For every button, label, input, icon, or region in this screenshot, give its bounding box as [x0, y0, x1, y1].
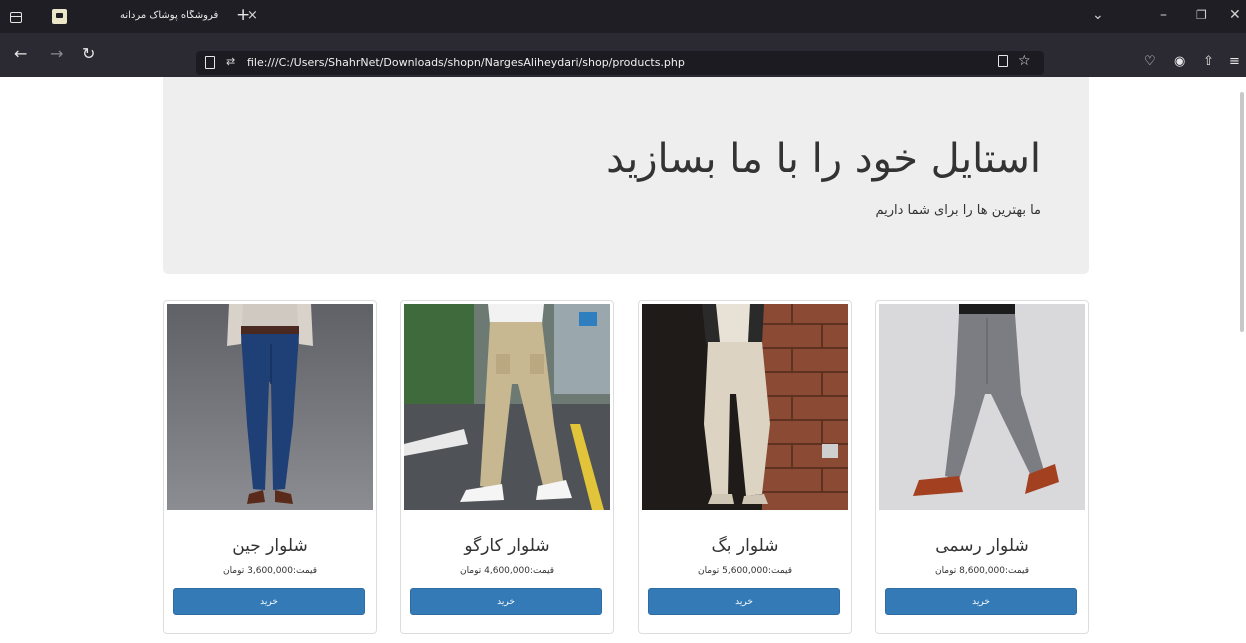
hero-title: استایل خود را با ما بسازید [606, 136, 1041, 182]
product-card-jeans: شلوار جین قیمت:3,600,000 تومان خرید [163, 300, 377, 634]
account-icon[interactable]: ◉ [1174, 54, 1185, 70]
buy-button[interactable]: خرید [885, 588, 1077, 615]
product-card-formal: شلوار رسمی قیمت:8,600,000 تومان خرید [875, 300, 1089, 634]
product-image-formal[interactable] [879, 304, 1085, 510]
product-price: قیمت:8,600,000 تومان [934, 566, 1030, 576]
reader-view-icon[interactable] [998, 55, 1008, 67]
permissions-icon[interactable]: ⇄ [226, 55, 235, 69]
buy-button[interactable]: خرید [410, 588, 602, 615]
product-name: شلوار جین [232, 536, 308, 556]
product-price: قیمت:5,600,000 تومان [697, 566, 793, 576]
url-text[interactable]: file:///C:/Users/ShahrNet/Downloads/shop… [247, 56, 685, 70]
back-arrow-icon[interactable]: ← [14, 45, 27, 63]
extensions-icon[interactable]: ⇧ [1203, 54, 1214, 70]
buy-button[interactable]: خرید [648, 588, 840, 615]
favicon-icon [52, 9, 67, 24]
product-image-baggy[interactable] [642, 304, 848, 510]
tab-active[interactable]: فروشگاه پوشاک مردانه × [40, 3, 258, 30]
product-name: شلوار رسمی [935, 536, 1029, 556]
bookmark-star-icon[interactable]: ☆ [1018, 53, 1031, 69]
tab-title: فروشگاه پوشاک مردانه [120, 10, 219, 21]
product-image-cargo[interactable] [404, 304, 610, 510]
restore-button[interactable]: ❐ [1196, 6, 1207, 24]
menu-icon[interactable]: ≡ [1229, 54, 1240, 70]
reload-icon[interactable]: ↻ [82, 45, 95, 63]
list-tabs-icon[interactable]: ⌄ [1092, 6, 1104, 24]
close-window-button[interactable]: ✕ [1229, 6, 1241, 24]
product-name: شلوار بگ [711, 536, 779, 556]
forward-arrow-icon[interactable]: → [50, 45, 63, 63]
product-name: شلوار کارگو [464, 536, 550, 556]
new-tab-button[interactable]: + [236, 5, 250, 25]
product-price: قیمت:3,600,000 تومان [222, 566, 318, 576]
tab-bar: فروشگاه پوشاک مردانه × + ⌄ – ❐ ✕ [0, 0, 1246, 33]
buy-button[interactable]: خرید [173, 588, 365, 615]
product-price: قیمت:4,600,000 تومان [459, 566, 555, 576]
hero-subtitle: ما بهترین ها را برای شما داریم [875, 203, 1041, 218]
pocket-icon[interactable]: ♡ [1144, 54, 1156, 70]
page-scrollbar[interactable] [1240, 92, 1244, 332]
product-card-cargo: شلوار کارگو قیمت:4,600,000 تومان خرید [400, 300, 614, 634]
sidebar-icon[interactable] [4, 5, 28, 29]
product-card-baggy: شلوار بگ قیمت:5,600,000 تومان خرید [638, 300, 852, 634]
minimize-button[interactable]: – [1160, 6, 1167, 24]
hero-banner: استایل خود را با ما بسازید ما بهترین ها … [163, 77, 1089, 274]
product-image-jeans[interactable] [167, 304, 373, 510]
page-icon [205, 56, 215, 69]
address-bar[interactable]: ⇄ file:///C:/Users/ShahrNet/Downloads/sh… [196, 51, 1044, 75]
